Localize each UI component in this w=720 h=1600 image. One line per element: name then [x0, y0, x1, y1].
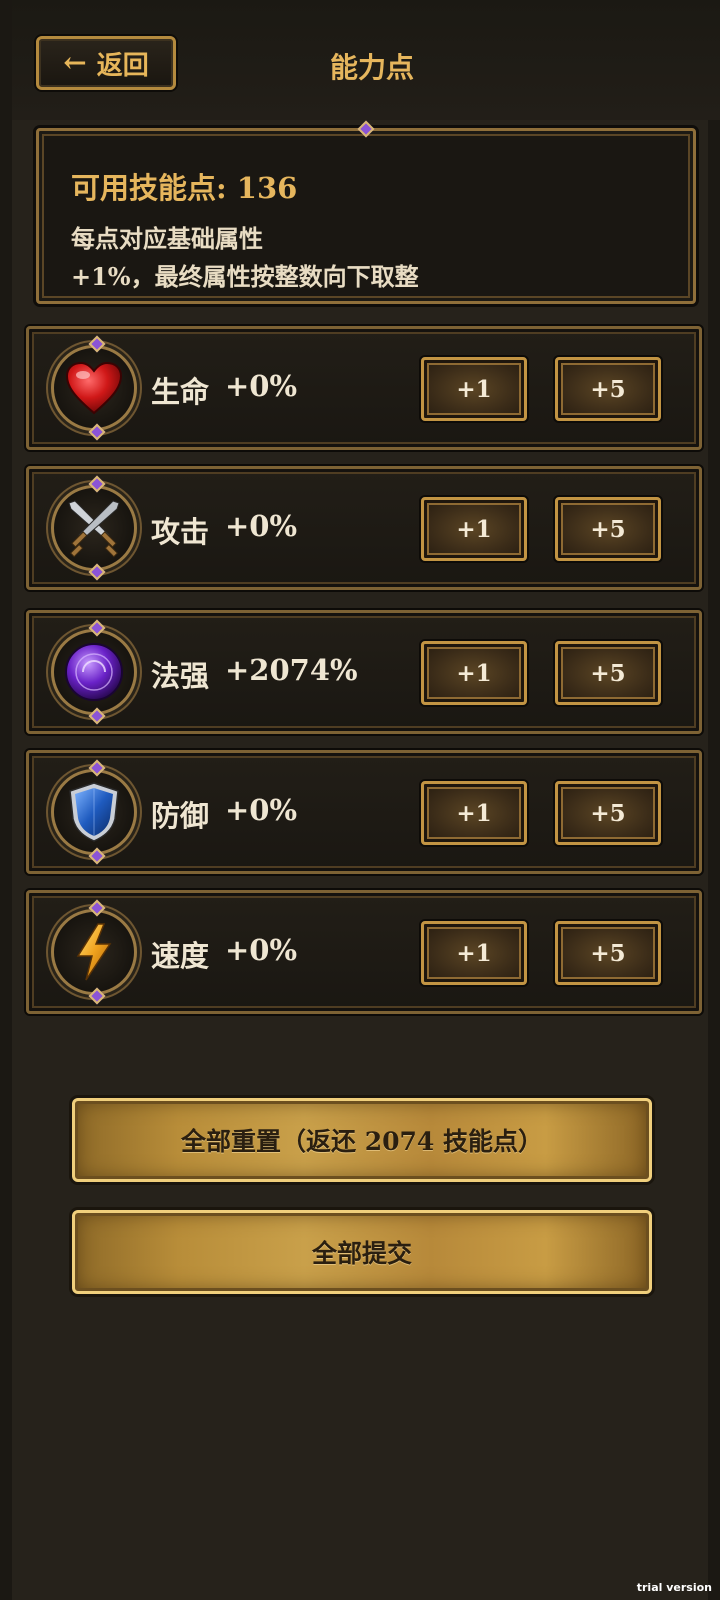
info-description-line2: +1%，最终属性按整数向下取整	[71, 262, 419, 291]
stat-label: 生命	[151, 375, 210, 409]
speed-plus5-button[interactable]: +5	[555, 921, 661, 985]
skill-points-panel: 可用技能点: 136 每点对应基础属性 +1%，最终属性按整数向下取整	[36, 120, 696, 304]
header: ← 返回 能力点	[12, 0, 720, 120]
stat-row-attack: 攻击 +0% +1 +5	[26, 466, 702, 590]
stat-row-speed: 速度 +0% +1 +5	[26, 890, 702, 1014]
watermark: trial version	[636, 1581, 712, 1594]
stat-row-defense: 防御 +0% +1 +5	[26, 750, 702, 874]
gem-ornament-icon	[88, 619, 106, 637]
stat-label: 攻击	[151, 515, 210, 549]
stat-value: +0%	[225, 933, 298, 967]
heart-icon	[51, 335, 137, 441]
gem-ornament-icon	[88, 423, 106, 441]
stat-label: 速度	[151, 939, 210, 973]
health-plus1-button[interactable]: +1	[421, 357, 527, 421]
gem-ornament-icon	[88, 563, 106, 581]
info-description-line1: 每点对应基础属性	[71, 224, 263, 253]
page-title: 能力点	[329, 51, 414, 84]
available-points: 可用技能点: 136	[71, 171, 298, 205]
gem-ornament-icon	[357, 120, 375, 138]
stat-value: +0%	[225, 369, 298, 403]
gem-ornament-icon	[88, 987, 106, 1005]
defense-plus5-button[interactable]: +5	[555, 781, 661, 845]
attack-plus5-button[interactable]: +5	[555, 497, 661, 561]
magic-plus5-button[interactable]: +5	[555, 641, 661, 705]
screen-frame: ← 返回 能力点 可用技能点: 136 每点对应基础属性 +1%，最终属性按整数…	[0, 0, 720, 1600]
stat-value: +2074%	[225, 653, 358, 687]
stat-value: +0%	[225, 509, 298, 543]
submit-all-label: 全部提交	[311, 1239, 412, 1268]
reset-all-button[interactable]: 全部重置（返还 2074 技能点）	[72, 1098, 652, 1182]
stat-label: 法强	[151, 659, 210, 693]
magic-orb-icon	[51, 619, 137, 725]
gem-ornament-icon	[88, 759, 106, 777]
reset-all-label: 全部重置（返还 2074 技能点）	[181, 1127, 543, 1156]
health-plus5-button[interactable]: +5	[555, 357, 661, 421]
attack-plus1-button[interactable]: +1	[421, 497, 527, 561]
crossed-swords-icon	[51, 475, 137, 581]
gem-ornament-icon	[88, 899, 106, 917]
lightning-icon	[51, 899, 137, 1005]
stat-row-magic: 法强 +2074% +1 +5	[26, 610, 702, 734]
stat-label: 防御	[151, 799, 210, 833]
stat-row-health: 生命 +0% +1 +5	[26, 326, 702, 450]
defense-plus1-button[interactable]: +1	[421, 781, 527, 845]
magic-plus1-button[interactable]: +1	[421, 641, 527, 705]
gem-ornament-icon	[88, 335, 106, 353]
shield-icon	[51, 759, 137, 865]
stat-value: +0%	[225, 793, 298, 827]
speed-plus1-button[interactable]: +1	[421, 921, 527, 985]
submit-all-button[interactable]: 全部提交	[72, 1210, 652, 1294]
gem-ornament-icon	[88, 707, 106, 725]
gem-ornament-icon	[88, 475, 106, 493]
gem-ornament-icon	[88, 847, 106, 865]
